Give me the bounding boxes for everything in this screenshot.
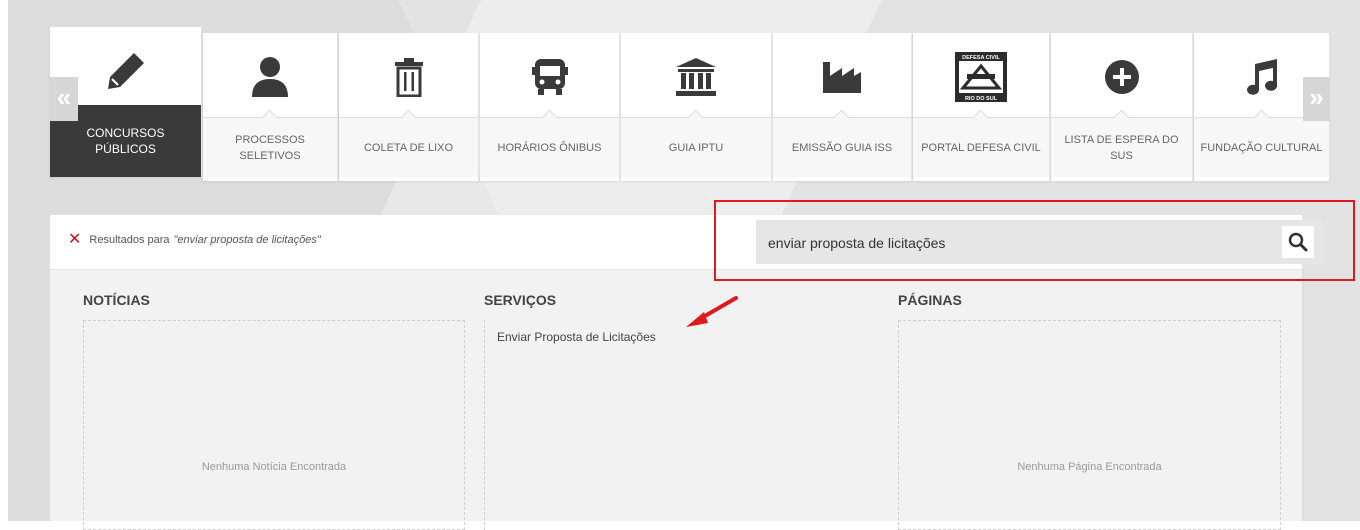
noticias-empty-message: Nenhuma Notícia Encontrada — [201, 461, 347, 473]
bus-icon — [480, 47, 619, 107]
servicos-divider — [484, 320, 485, 530]
results-summary: ✕ Resultados para "enviar proposta de li… — [68, 232, 321, 248]
quick-access-nav: CONCURSOS PÚBLICOS PROCESSOS SELETIVOS C… — [50, 27, 1330, 182]
nav-tile-horarios-onibus[interactable]: HORÁRIOS ÔNIBUS — [480, 33, 620, 181]
nav-tile-label: COLETA DE LIXO — [339, 117, 478, 177]
noticias-results-box: Nenhuma Notícia Encontrada — [83, 320, 465, 530]
factory-icon — [773, 47, 911, 107]
nav-tile-label: HORÁRIOS ÔNIBUS — [480, 117, 619, 177]
results-query: "enviar proposta de licitações" — [173, 234, 321, 246]
panel-edge — [1302, 269, 1304, 521]
nav-prev-arrow[interactable]: « — [50, 77, 78, 121]
nav-tile-label: GUIA IPTU — [621, 117, 771, 177]
nav-tile-label: PORTAL DEFESA CIVIL — [913, 117, 1049, 177]
logo-top-text: DEFESA CIVIL — [962, 55, 1000, 61]
annotation-arrow — [686, 296, 738, 327]
nav-tile-lista-espera-sus[interactable]: LISTA DE ESPERA DO SUS — [1051, 33, 1193, 181]
column-title-servicos: SERVIÇOS — [484, 292, 557, 308]
close-icon[interactable]: ✕ — [68, 232, 81, 248]
nav-tile-guia-iptu[interactable]: GUIA IPTU — [621, 33, 772, 181]
logo-bottom-text: RIO DO SUL — [965, 96, 998, 102]
nav-tile-label: PROCESSOS SELETIVOS — [203, 117, 337, 177]
nav-tile-label: EMISSÃO GUIA ISS — [773, 117, 911, 177]
trash-icon — [339, 47, 478, 107]
nav-tile-portal-defesa-civil[interactable]: DEFESA CIVIL RIO DO SUL PORTAL DEFESA CI… — [913, 33, 1050, 181]
defesa-civil-logo: DEFESA CIVIL RIO DO SUL — [913, 47, 1049, 107]
column-title-noticias: NOTÍCIAS — [83, 292, 150, 308]
nav-tile-coleta-de-lixo[interactable]: COLETA DE LIXO — [339, 33, 479, 181]
nav-tile-emissao-guia-iss[interactable]: EMISSÃO GUIA ISS — [773, 33, 912, 181]
left-margin — [0, 0, 8, 521]
nav-tile-label: LISTA DE ESPERA DO SUS — [1051, 117, 1192, 177]
results-body: NOTÍCIAS Nenhuma Notícia Encontrada SERV… — [50, 270, 1302, 530]
person-icon — [203, 47, 337, 107]
paginas-empty-message: Nenhuma Página Encontrada — [1017, 461, 1162, 473]
results-prefix: Resultados para — [89, 234, 170, 246]
bank-icon — [621, 47, 771, 107]
plus-circle-icon — [1051, 47, 1192, 107]
nav-tile-label: FUNDAÇÃO CULTURAL — [1194, 117, 1329, 177]
search-highlight-box — [714, 200, 1355, 281]
servico-result-link[interactable]: Enviar Proposta de Licitações — [497, 330, 656, 344]
nav-next-arrow[interactable]: » — [1303, 77, 1330, 121]
paginas-results-box: Nenhuma Página Encontrada — [898, 320, 1281, 530]
column-title-paginas: PÁGINAS — [898, 292, 962, 308]
nav-tile-processos-seletivos[interactable]: PROCESSOS SELETIVOS — [203, 33, 338, 181]
